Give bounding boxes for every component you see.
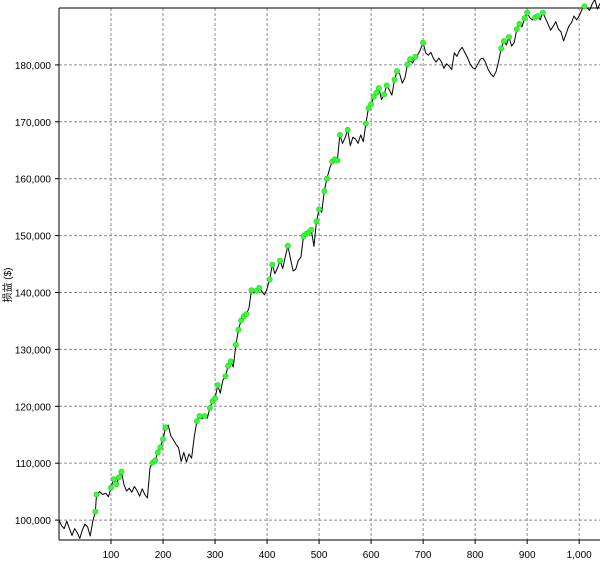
x-tick-label: 700	[415, 550, 432, 561]
highlight-marker	[539, 9, 546, 16]
highlight-marker	[92, 508, 99, 515]
highlight-marker	[344, 126, 351, 133]
y-tick-label: 140,000	[15, 288, 52, 299]
highlight-marker	[321, 188, 328, 195]
x-tick-label: 200	[155, 550, 172, 561]
highlight-marker	[506, 34, 512, 40]
series-line-group	[58, 0, 600, 539]
highlight-marker	[235, 326, 242, 333]
y-tick-label: 120,000	[15, 402, 52, 413]
highlight-marker	[160, 436, 166, 443]
highlight-marker	[391, 76, 398, 83]
highlight-marker	[214, 382, 221, 389]
highlight-marker	[516, 20, 523, 27]
highlight-marker	[108, 484, 114, 491]
highlight-marker	[110, 476, 117, 482]
y-tick-label: 100,000	[15, 516, 52, 527]
highlight-marker	[206, 405, 213, 411]
highlight-marker	[152, 457, 159, 464]
y-tick-label: 170,000	[15, 118, 52, 129]
y-axis-title: 损益 ($)	[1, 268, 14, 303]
highlight-marker	[115, 474, 122, 481]
highlight-marker	[222, 373, 229, 379]
axes	[58, 8, 600, 541]
x-tick-label: 900	[519, 550, 536, 561]
gridlines	[59, 7, 600, 540]
highlight-marker	[113, 481, 120, 488]
y-tick-label: 110,000	[16, 459, 52, 470]
tick-labels: 100,000 110,000 120,000 130,000 140,000 150,0…	[15, 61, 592, 561]
highlight-marker	[521, 15, 528, 22]
highlight-marker	[266, 276, 273, 283]
highlight-marker	[581, 3, 588, 10]
highlight-marker	[154, 449, 161, 456]
x-tick-label: 1,000	[567, 550, 592, 561]
highlight-marker	[534, 13, 541, 19]
highlight-marker	[232, 341, 239, 348]
highlight-marker	[243, 311, 250, 317]
x-tick-label: 800	[467, 550, 484, 561]
highlight-marker	[513, 26, 520, 32]
highlight-marker	[524, 9, 531, 16]
y-tick-label: 130,000	[15, 345, 52, 356]
highlight-marker	[334, 157, 341, 164]
x-tick-label: 300	[207, 550, 224, 561]
y-tick-label: 180,000	[15, 61, 52, 72]
highlight-marker	[323, 175, 330, 182]
highlight-marker	[157, 444, 164, 451]
highlight-marker	[248, 287, 255, 294]
highlight-marker	[498, 45, 505, 52]
x-tick-label: 500	[311, 550, 328, 561]
highlight-marker	[362, 120, 369, 127]
x-tick-label: 600	[363, 550, 380, 561]
y-tick-label: 160,000	[15, 175, 52, 186]
highlight-marker	[381, 91, 387, 98]
highlight-marker	[394, 68, 400, 75]
highlight-marker	[256, 284, 263, 291]
highlight-marker	[308, 226, 315, 233]
highlight-marker	[313, 218, 320, 225]
highlight-marker	[93, 491, 100, 498]
highlight-marker	[118, 468, 125, 475]
highlight-marker	[383, 82, 390, 89]
equity-line-chart: 100,000 110,000 120,000 130,000 140,000 150,0…	[1, 0, 600, 561]
highlight-marker	[227, 358, 234, 365]
highlight-marker	[407, 56, 413, 63]
highlight-marker	[420, 39, 426, 46]
y-tick-label: 150,000	[15, 232, 52, 243]
highlight-marker	[500, 38, 507, 44]
x-tick-label: 100	[103, 550, 120, 561]
highlight-marker	[269, 261, 276, 268]
highlight-marker	[404, 61, 411, 68]
highlight-marker	[196, 413, 203, 419]
highlight-marker	[336, 131, 343, 138]
highlight-marker	[284, 242, 291, 249]
highlight-marker	[368, 101, 374, 108]
highlight-marker	[277, 257, 283, 264]
highlight-marker	[193, 418, 200, 424]
highlight-marker	[201, 413, 208, 419]
series-line	[58, 0, 600, 539]
highlight-marker	[412, 54, 419, 60]
highlight-markers	[92, 3, 588, 515]
highlight-marker	[375, 85, 382, 92]
highlight-marker	[212, 395, 218, 402]
highlight-marker	[162, 424, 169, 431]
highlight-marker	[316, 206, 322, 213]
x-tick-label: 400	[259, 550, 276, 561]
